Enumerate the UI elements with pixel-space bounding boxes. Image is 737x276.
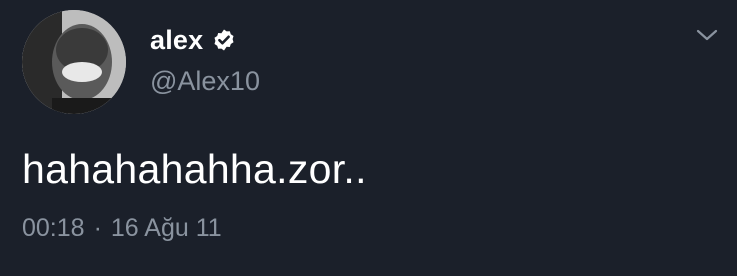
avatar[interactable] (22, 10, 126, 114)
author-name-row: alex (150, 22, 236, 58)
tweet-text: hahahahahha.zor.. (22, 146, 367, 192)
tweet-time: 00:18 (22, 214, 85, 242)
verified-badge-icon (212, 28, 236, 52)
profile-photo-icon (22, 10, 126, 114)
tweet-timestamp[interactable]: 00:18 · 16 Ağu 11 (22, 214, 222, 243)
display-name[interactable]: alex (150, 25, 203, 56)
chevron-down-icon[interactable] (694, 26, 720, 44)
tweet-card: alex @Alex10 hahahahahha.zor.. 00:18 · 1… (0, 0, 737, 276)
meta-separator: · (93, 214, 102, 242)
tweet-date: 16 Ağu 11 (110, 214, 222, 242)
author-handle[interactable]: @Alex10 (150, 66, 260, 97)
